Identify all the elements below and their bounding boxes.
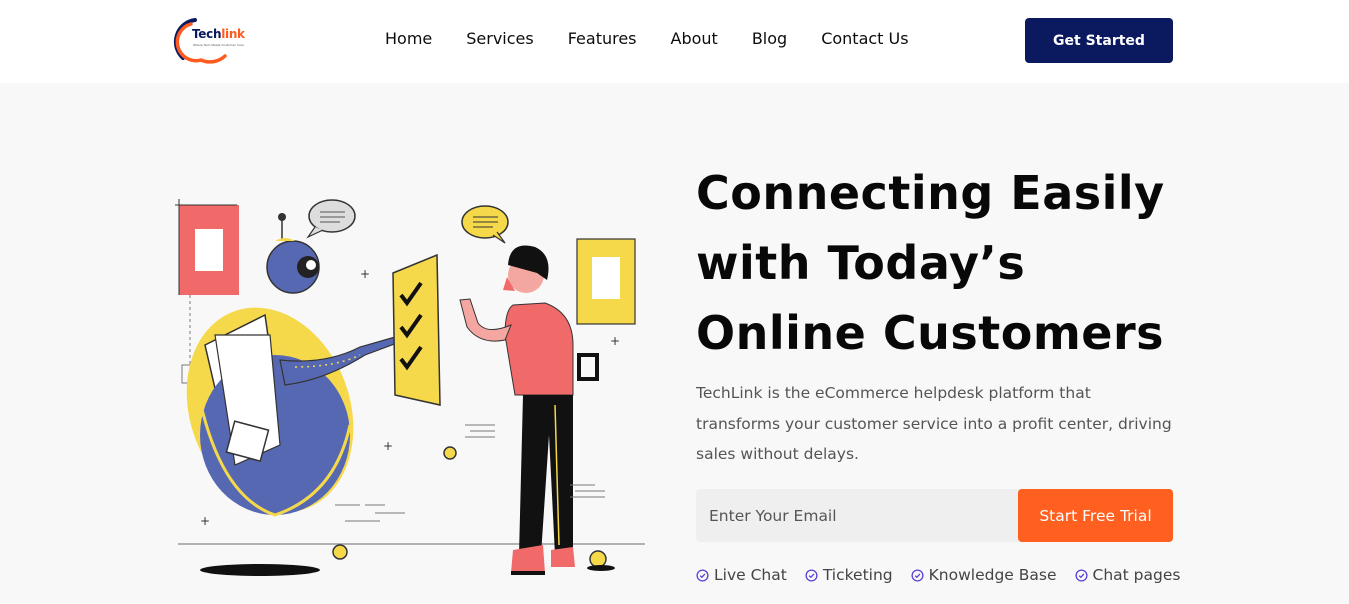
feature-label: Ticketing xyxy=(822,566,893,584)
feature-item: Live Chat xyxy=(696,566,787,584)
nav-contact-us[interactable]: Contact Us xyxy=(821,29,908,48)
hero-description: TechLink is the eCommerce helpdesk platf… xyxy=(696,384,1172,463)
nav-features[interactable]: Features xyxy=(568,29,637,48)
hero-illustration: + + + + xyxy=(175,199,645,576)
hero-title-line: with Today’s xyxy=(696,236,1026,290)
feature-label: Knowledge Base xyxy=(928,566,1057,584)
nav-home[interactable]: Home xyxy=(385,29,432,48)
nav-blog[interactable]: Blog xyxy=(752,29,787,48)
site-header: Techlink Where Tech Meets Customer Care … xyxy=(0,0,1349,83)
email-input[interactable] xyxy=(696,489,1026,542)
check-circle-icon xyxy=(696,568,709,582)
logo-wordmark: Techlink xyxy=(192,27,245,41)
feature-item: Knowledge Base xyxy=(911,566,1057,584)
svg-text:+: + xyxy=(383,439,393,453)
feature-label: Chat pages xyxy=(1092,566,1181,584)
feature-item: Ticketing xyxy=(805,566,893,584)
hero-title: Connecting Easily with Today’s Online Cu… xyxy=(696,158,1196,368)
check-circle-icon xyxy=(911,568,924,582)
main-nav: Home Services Features About Blog Contac… xyxy=(385,29,943,48)
svg-text:+: + xyxy=(610,334,620,348)
check-circle-icon xyxy=(1074,568,1088,582)
svg-text:+: + xyxy=(200,514,210,528)
svg-text:+: + xyxy=(360,267,370,281)
nav-about[interactable]: About xyxy=(671,29,718,48)
get-started-button[interactable]: Get Started xyxy=(1025,18,1173,63)
feature-label: Live Chat xyxy=(714,566,787,584)
techlink-logo[interactable]: Techlink Where Tech Meets Customer Care xyxy=(173,14,253,66)
nav-services[interactable]: Services xyxy=(466,29,533,48)
hero-title-line: Connecting Easily xyxy=(696,166,1165,220)
feature-list: Live Chat Ticketing Knowledge Base Chat … xyxy=(696,566,1198,584)
logo-tagline: Where Tech Meets Customer Care xyxy=(193,43,244,47)
signup-form: Start Free Trial xyxy=(696,489,1173,542)
hero-title-line: Online Customers xyxy=(696,306,1165,360)
feature-item: Chat pages xyxy=(1074,566,1181,584)
check-circle-icon xyxy=(805,568,818,582)
start-free-trial-button[interactable]: Start Free Trial xyxy=(1018,489,1173,542)
